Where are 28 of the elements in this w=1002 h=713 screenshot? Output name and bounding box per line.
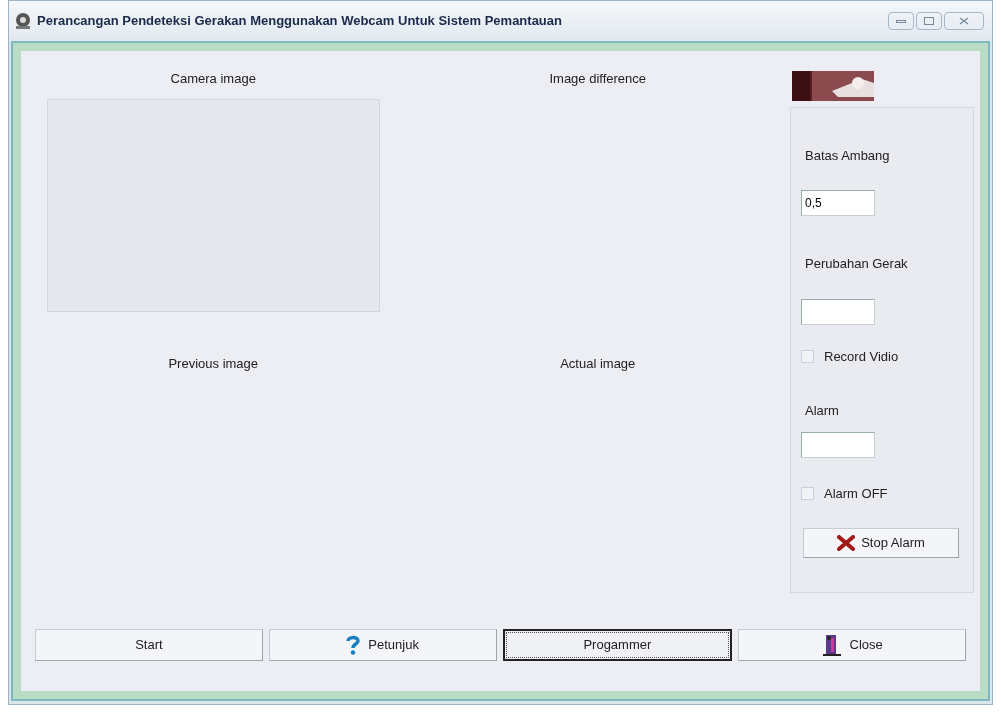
input-field[interactable]: 0,5 xyxy=(801,189,875,216)
toolbar-button[interactable]: Petunjuk xyxy=(268,629,497,661)
cross-icon xyxy=(837,534,856,551)
webcam-icon xyxy=(13,12,33,30)
field-label: Perubahan Gerak xyxy=(805,254,909,273)
input-field[interactable] xyxy=(801,299,875,325)
door-icon xyxy=(821,634,842,656)
question-icon xyxy=(346,635,361,655)
close-button[interactable] xyxy=(944,12,984,30)
view-label: Previous image xyxy=(168,355,259,373)
view-label: Camera image xyxy=(170,70,256,88)
stop-alarm-button[interactable]: Stop Alarm xyxy=(803,527,959,558)
checkbox[interactable] xyxy=(801,350,814,364)
field-label: Batas Ambang xyxy=(805,147,891,165)
checkbox[interactable] xyxy=(801,487,814,501)
toolbar-button[interactable]: Close xyxy=(738,629,966,661)
field-label: Alarm xyxy=(805,401,840,420)
view-label: Image difference xyxy=(549,70,647,88)
view-label: Actual image xyxy=(560,355,636,373)
toolbar-button[interactable]: Start xyxy=(35,629,263,661)
toolbar-button[interactable]: Progammer xyxy=(502,629,733,661)
input-field[interactable] xyxy=(801,432,875,458)
checkbox-label: Record Vidio xyxy=(824,348,899,366)
window-title: Perancangan Pendeteksi Gerakan Menggunakan Webcam Untuk Sistem Pemantauan xyxy=(37,12,562,31)
close-icon xyxy=(959,17,969,25)
minimize-button[interactable] xyxy=(888,12,914,30)
checkbox-label: Alarm OFF xyxy=(824,485,888,503)
maximize-button[interactable] xyxy=(916,12,942,30)
